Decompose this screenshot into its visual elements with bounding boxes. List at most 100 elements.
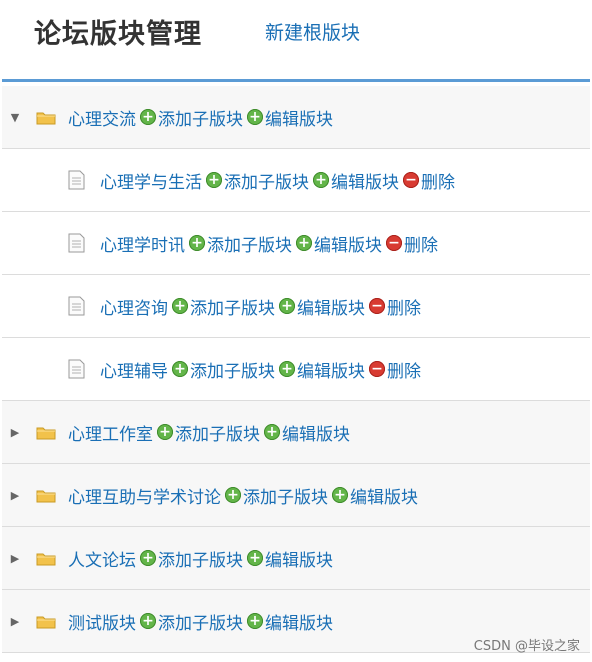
board-name[interactable]: 心理咨询 xyxy=(100,294,168,319)
edit-board-link[interactable]: + 编辑版块 xyxy=(279,357,365,382)
document-icon xyxy=(68,170,85,190)
triangle-right-icon[interactable]: ▶ xyxy=(9,426,21,439)
triangle-right-icon[interactable]: ▶ xyxy=(9,615,21,628)
edit-circle-icon: + xyxy=(279,298,295,314)
board-name[interactable]: 心理学时讯 xyxy=(100,231,185,256)
add-circle-icon: + xyxy=(189,235,205,251)
edit-board-label: 编辑版块 xyxy=(265,109,333,130)
edit-board-label: 编辑版块 xyxy=(314,235,382,256)
edit-board-link[interactable]: + 编辑版块 xyxy=(247,609,333,634)
board-name[interactable]: 测试版块 xyxy=(68,609,136,634)
add-sub-board-label: 添加子版块 xyxy=(158,613,243,634)
add-sub-board-label: 添加子版块 xyxy=(224,172,309,193)
tree-row: ▶ 心理工作室 + 添加子版块 + 编辑版块 xyxy=(2,401,590,464)
edit-circle-icon: + xyxy=(313,172,329,188)
document-icon xyxy=(68,233,85,253)
page-header: 论坛版块管理 新建根版块 xyxy=(0,0,592,82)
add-sub-board-link[interactable]: + 添加子版块 xyxy=(172,294,275,319)
board-name[interactable]: 人文论坛 xyxy=(68,546,136,571)
add-sub-board-link[interactable]: + 添加子版块 xyxy=(157,420,260,445)
board-name[interactable]: 心理学与生活 xyxy=(100,168,202,193)
edit-circle-icon: + xyxy=(247,109,263,125)
edit-board-label: 编辑版块 xyxy=(350,487,418,508)
edit-board-link[interactable]: + 编辑版块 xyxy=(247,105,333,130)
tree-row: 心理咨询 + 添加子版块 + 编辑版块 − 删除 xyxy=(2,275,590,338)
edit-circle-icon: + xyxy=(247,550,263,566)
add-circle-icon: + xyxy=(140,613,156,629)
tree-row: ▶ 人文论坛 + 添加子版块 + 编辑版块 xyxy=(2,527,590,590)
edit-board-label: 编辑版块 xyxy=(265,613,333,634)
tree-row: 心理辅导 + 添加子版块 + 编辑版块 − 删除 xyxy=(2,338,590,401)
add-sub-board-link[interactable]: + 添加子版块 xyxy=(206,168,309,193)
add-sub-board-label: 添加子版块 xyxy=(158,109,243,130)
delete-circle-icon: − xyxy=(403,172,419,188)
board-name[interactable]: 心理辅导 xyxy=(100,357,168,382)
delete-circle-icon: − xyxy=(369,361,385,377)
document-icon xyxy=(68,296,85,316)
edit-circle-icon: + xyxy=(332,487,348,503)
delete-board-label: 删除 xyxy=(404,235,438,256)
delete-board-label: 删除 xyxy=(387,361,421,382)
add-circle-icon: + xyxy=(172,361,188,377)
board-tree: ▼ 心理交流 + 添加子版块 + 编辑版块 心理学与生活 + 添加子版块 + 编辑版块 − 删除 心理学时… xyxy=(2,86,590,653)
add-sub-board-label: 添加子版块 xyxy=(158,550,243,571)
edit-board-label: 编辑版块 xyxy=(297,298,365,319)
add-sub-board-label: 添加子版块 xyxy=(190,298,275,319)
folder-icon xyxy=(36,488,56,503)
edit-board-link[interactable]: + 编辑版块 xyxy=(247,546,333,571)
triangle-down-icon[interactable]: ▼ xyxy=(9,111,21,124)
edit-board-link[interactable]: + 编辑版块 xyxy=(296,231,382,256)
delete-circle-icon: − xyxy=(386,235,402,251)
add-sub-board-label: 添加子版块 xyxy=(190,361,275,382)
add-circle-icon: + xyxy=(206,172,222,188)
board-name[interactable]: 心理互助与学术讨论 xyxy=(68,483,221,508)
add-circle-icon: + xyxy=(140,550,156,566)
watermark: CSDN @毕设之家 xyxy=(473,639,580,654)
add-circle-icon: + xyxy=(157,424,173,440)
triangle-right-icon[interactable]: ▶ xyxy=(9,552,21,565)
delete-board-link[interactable]: − 删除 xyxy=(369,294,421,319)
edit-board-label: 编辑版块 xyxy=(265,550,333,571)
edit-board-link[interactable]: + 编辑版块 xyxy=(279,294,365,319)
add-circle-icon: + xyxy=(140,109,156,125)
folder-icon xyxy=(36,551,56,566)
delete-board-label: 删除 xyxy=(387,298,421,319)
edit-board-label: 编辑版块 xyxy=(331,172,399,193)
new-root-board-link[interactable]: 新建根版块 xyxy=(265,18,360,45)
add-sub-board-label: 添加子版块 xyxy=(175,424,260,445)
triangle-right-icon[interactable]: ▶ xyxy=(9,489,21,502)
tree-row: 心理学时讯 + 添加子版块 + 编辑版块 − 删除 xyxy=(2,212,590,275)
board-name[interactable]: 心理工作室 xyxy=(68,420,153,445)
header-divider xyxy=(2,79,590,82)
add-sub-board-link[interactable]: + 添加子版块 xyxy=(225,483,328,508)
edit-circle-icon: + xyxy=(296,235,312,251)
delete-board-link[interactable]: − 删除 xyxy=(403,168,455,193)
edit-circle-icon: + xyxy=(279,361,295,377)
add-sub-board-link[interactable]: + 添加子版块 xyxy=(189,231,292,256)
folder-icon xyxy=(36,110,56,125)
edit-board-link[interactable]: + 编辑版块 xyxy=(264,420,350,445)
page-title: 论坛版块管理 xyxy=(34,19,202,50)
edit-circle-icon: + xyxy=(247,613,263,629)
tree-row: ▶ 心理互助与学术讨论 + 添加子版块 + 编辑版块 xyxy=(2,464,590,527)
add-sub-board-link[interactable]: + 添加子版块 xyxy=(140,546,243,571)
add-circle-icon: + xyxy=(225,487,241,503)
add-sub-board-label: 添加子版块 xyxy=(207,235,292,256)
edit-board-link[interactable]: + 编辑版块 xyxy=(332,483,418,508)
delete-board-link[interactable]: − 删除 xyxy=(369,357,421,382)
add-sub-board-label: 添加子版块 xyxy=(243,487,328,508)
edit-board-label: 编辑版块 xyxy=(297,361,365,382)
add-circle-icon: + xyxy=(172,298,188,314)
board-name[interactable]: 心理交流 xyxy=(68,105,136,130)
tree-row: 心理学与生活 + 添加子版块 + 编辑版块 − 删除 xyxy=(2,149,590,212)
document-icon xyxy=(68,359,85,379)
folder-icon xyxy=(36,614,56,629)
edit-board-link[interactable]: + 编辑版块 xyxy=(313,168,399,193)
delete-board-link[interactable]: − 删除 xyxy=(386,231,438,256)
add-sub-board-link[interactable]: + 添加子版块 xyxy=(140,105,243,130)
add-sub-board-link[interactable]: + 添加子版块 xyxy=(172,357,275,382)
add-sub-board-link[interactable]: + 添加子版块 xyxy=(140,609,243,634)
edit-board-label: 编辑版块 xyxy=(282,424,350,445)
folder-icon xyxy=(36,425,56,440)
delete-board-label: 删除 xyxy=(421,172,455,193)
